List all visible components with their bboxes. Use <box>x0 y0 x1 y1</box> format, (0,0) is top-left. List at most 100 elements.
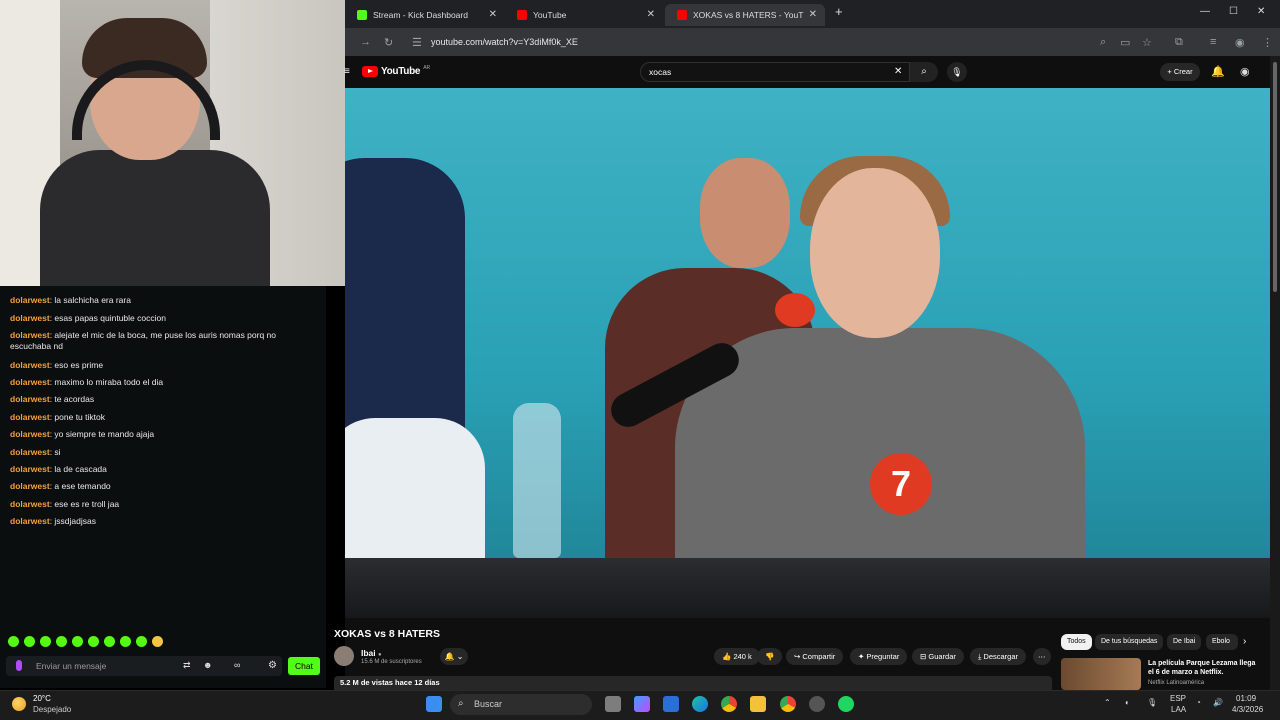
menu-dots-icon[interactable]: ⋮ <box>1262 36 1273 49</box>
chat-settings-icon[interactable]: ⚙ <box>268 660 277 671</box>
share-button[interactable]: ↪ Compartir <box>786 648 844 665</box>
minimize-button[interactable]: — <box>1200 6 1210 17</box>
close-window-button[interactable]: ✕ <box>1257 6 1265 17</box>
obs-icon[interactable] <box>809 696 825 712</box>
profile-avatar-icon[interactable]: ◉ <box>1235 36 1245 49</box>
create-button[interactable]: + Crear <box>1160 63 1200 81</box>
extensions-icon[interactable]: ⧉ <box>1175 36 1183 49</box>
tab-youtube[interactable]: YouTube ✕ <box>505 4 663 26</box>
task-view-icon[interactable] <box>605 696 621 712</box>
taskbar-search[interactable]: Buscar <box>450 694 592 715</box>
recommended-title[interactable]: La película Parque Lezama llega el 6 de … <box>1148 659 1258 677</box>
chevron-up-icon[interactable]: ⌃ <box>1104 698 1111 707</box>
close-tab-icon[interactable]: ✕ <box>647 4 655 26</box>
tab-kick-dashboard[interactable]: Stream - Kick Dashboard ✕ <box>345 4 505 26</box>
youtube-logo-text: YouTube <box>381 66 421 77</box>
video-person-back-face <box>700 158 790 268</box>
emote-icon[interactable] <box>88 636 99 647</box>
emote-icon[interactable] <box>56 636 67 647</box>
clock-time[interactable]: 01:09 <box>1236 694 1256 703</box>
chip-channel[interactable]: De Ibai <box>1167 634 1202 650</box>
new-tab-button[interactable]: + <box>835 4 843 19</box>
recommended-thumbnail[interactable] <box>1061 658 1141 690</box>
weather-temperature[interactable]: 20°C <box>33 694 51 703</box>
emote-icon[interactable] <box>136 636 147 647</box>
maximize-button[interactable]: ☐ <box>1229 6 1238 17</box>
youtube-logo[interactable]: YouTube AR <box>362 65 430 77</box>
weather-sun-icon[interactable] <box>12 697 26 711</box>
emote-icon[interactable] <box>152 636 163 647</box>
tray-app-icon[interactable]: ◐ <box>1125 698 1130 707</box>
language-indicator[interactable]: ESP <box>1170 694 1186 703</box>
mic-tray-icon[interactable]: 🎙 <box>1147 698 1157 707</box>
wifi-icon[interactable]: ◔ <box>1196 698 1201 707</box>
chat-send-button[interactable]: Chat <box>288 657 320 675</box>
account-avatar[interactable]: ◉ <box>1240 65 1250 78</box>
link-icon[interactable]: ∞ <box>234 660 240 670</box>
store-icon[interactable] <box>663 696 679 712</box>
mic-icon <box>16 660 22 671</box>
site-info-icon[interactable]: ☰ <box>412 36 422 49</box>
video-player[interactable]: 7 <box>345 88 1270 618</box>
translate-icon[interactable]: ⇄ <box>183 660 191 671</box>
chat-message: dolarwest: si <box>10 447 61 457</box>
emote-icon[interactable] <box>104 636 115 647</box>
dislike-button[interactable]: 👎 <box>757 648 783 665</box>
cast-icon[interactable]: ▭ <box>1120 36 1130 49</box>
weather-description[interactable]: Despejado <box>33 705 71 714</box>
ask-button[interactable]: ✦ Preguntar <box>850 648 908 665</box>
webcam-person-shirt <box>40 150 270 286</box>
tab-xokas-video[interactable]: XOKAS vs 8 HATERS - YouT ✕ <box>665 4 825 26</box>
like-button[interactable]: 👍 240 k <box>714 648 760 665</box>
close-tab-icon[interactable]: ✕ <box>489 4 497 26</box>
channel-avatar[interactable] <box>334 646 354 666</box>
tab-label: XOKAS vs 8 HATERS - YouT <box>693 10 804 20</box>
windows-start-icon[interactable] <box>426 696 442 712</box>
subscribe-bell-button[interactable]: 🔔 ⌄ <box>440 648 468 665</box>
video-description[interactable]: 5.2 M de vistas hace 12 días <box>334 676 1052 690</box>
hamburger-menu-icon[interactable]: ≡ <box>344 66 350 77</box>
notifications-icon[interactable]: 🔔 <box>1211 65 1225 78</box>
chat-message: dolarwest: te acordas <box>10 394 95 404</box>
url-field[interactable]: youtube.com/watch?v=Y3diMf0k_XE <box>425 32 1105 52</box>
chip-ebolo[interactable]: Ebolo <box>1206 634 1238 650</box>
emote-icon[interactable] <box>24 636 35 647</box>
save-button[interactable]: ⊟ Guardar <box>912 648 964 665</box>
emoji-icon[interactable]: ☻ <box>203 660 212 670</box>
bookmark-star-icon[interactable]: ☆ <box>1142 36 1152 49</box>
chat-input[interactable]: Enviar un mensaje ⇄ ☻ ∞ <box>6 656 282 676</box>
more-actions-button[interactable]: ⋯ <box>1033 648 1051 665</box>
youtube-search-input[interactable]: xocas <box>640 62 910 82</box>
voice-search-icon[interactable]: 🎙 <box>947 62 967 82</box>
forward-icon[interactable]: → <box>360 36 371 48</box>
emote-icon[interactable] <box>40 636 51 647</box>
scrollbar-thumb[interactable] <box>1273 62 1277 292</box>
spotify-icon[interactable] <box>838 696 854 712</box>
channel-name-text: Ibai <box>361 648 376 658</box>
edge-icon[interactable] <box>692 696 708 712</box>
language-layout[interactable]: LAA <box>1171 705 1186 714</box>
chip-all[interactable]: Todos <box>1061 634 1092 650</box>
search-icon[interactable]: ⌕ <box>910 62 938 82</box>
download-button[interactable]: ⤓ Descargar <box>970 648 1027 665</box>
clear-search-icon[interactable]: ✕ <box>894 66 902 77</box>
reading-list-icon[interactable]: ≡ <box>1210 36 1216 48</box>
emote-icon[interactable] <box>120 636 131 647</box>
chip-searches[interactable]: De tus búsquedas <box>1095 634 1164 650</box>
emote-icon[interactable] <box>8 636 19 647</box>
close-tab-icon[interactable]: ✕ <box>809 4 817 26</box>
emote-icon[interactable] <box>72 636 83 647</box>
share-label: Compartir <box>802 652 836 661</box>
page-scrollbar[interactable] <box>1270 56 1280 690</box>
video-person-main-face <box>810 168 940 338</box>
chrome-icon[interactable] <box>721 696 737 712</box>
channel-name[interactable]: Ibai ● <box>361 648 382 658</box>
chrome-icon[interactable] <box>780 696 796 712</box>
file-explorer-icon[interactable] <box>750 696 766 712</box>
chevron-right-icon[interactable]: › <box>1243 636 1246 647</box>
volume-icon[interactable]: 🔊 <box>1213 698 1223 707</box>
copilot-icon[interactable] <box>634 696 650 712</box>
tab-bar: Stream - Kick Dashboard ✕ YouTube ✕ XOKA… <box>345 0 1280 28</box>
clock-date[interactable]: 4/3/2026 <box>1232 705 1263 714</box>
reload-icon[interactable]: ↻ <box>384 36 393 49</box>
